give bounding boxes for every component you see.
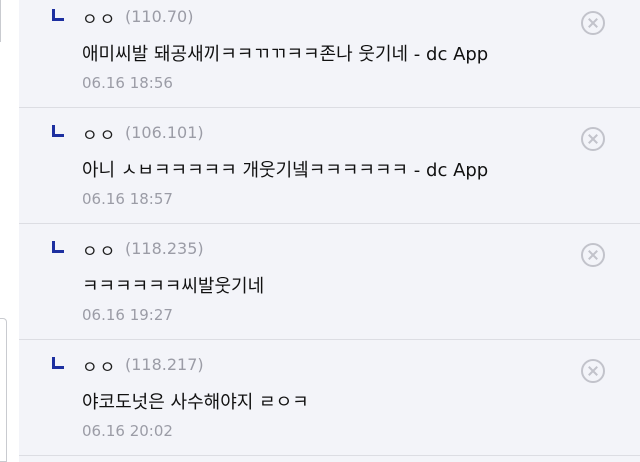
reply-message: 아니 ㅅㅂㅋㅋㅋㅋㅋ 개웃기넼ㅋㅋㅋㅋㅋㅋ - dc App [82, 160, 489, 181]
reply-nickname[interactable]: ㅇㅇ [82, 237, 117, 262]
reply-item-3: ㅇㅇ (118.235) ㅋㅋㅋㅋㅋㅋ씨발웃기네 06.16 19:27 [19, 224, 640, 340]
reply-message: ㅋㅋㅋㅋㅋㅋ씨발웃기네 [82, 276, 265, 297]
left-border-top [0, 0, 1, 42]
reply-arrow-icon [52, 357, 66, 371]
left-border-bottom [0, 318, 7, 462]
reply-nickname[interactable]: ㅇㅇ [82, 121, 117, 146]
reply-item-4: ㅇㅇ (118.217) 야코도넛은 사수해야지 ㄹㅇㅋ 06.16 20:02 [19, 340, 640, 456]
reply-item-2: ㅇㅇ (106.101) 아니 ㅅㅂㅋㅋㅋㅋㅋ 개웃기넼ㅋㅋㅋㅋㅋㅋ - dc … [19, 108, 640, 224]
close-circle-icon[interactable] [581, 359, 605, 383]
reply-message: 야코도넛은 사수해야지 ㄹㅇㅋ [82, 392, 309, 413]
reply-time: 06.16 20:02 [82, 422, 173, 440]
reply-time: 06.16 18:57 [82, 190, 173, 208]
reply-ip: (110.70) [125, 7, 194, 26]
reply-nickname[interactable]: ㅇㅇ [82, 353, 117, 378]
reply-time: 06.16 18:56 [82, 74, 173, 92]
reply-list: ㅇㅇ (110.70) 애미씨발 돼공새끼ㅋㅋㄲㄲㅋㅋ존나 웃기네 - dc A… [19, 0, 640, 462]
reply-ip: (118.235) [125, 239, 204, 258]
reply-arrow-icon [52, 241, 66, 255]
reply-message: 애미씨발 돼공새끼ㅋㅋㄲㄲㅋㅋ존나 웃기네 - dc App [82, 44, 489, 65]
reply-arrow-icon [52, 9, 66, 23]
reply-arrow-icon [52, 125, 66, 139]
reply-nickname[interactable]: ㅇㅇ [82, 5, 117, 30]
reply-ip: (106.101) [125, 123, 204, 142]
close-circle-icon[interactable] [581, 127, 605, 151]
reply-time: 06.16 19:27 [82, 306, 173, 324]
reply-ip: (118.217) [125, 355, 204, 374]
close-circle-icon[interactable] [581, 243, 605, 267]
reply-item-1: ㅇㅇ (110.70) 애미씨발 돼공새끼ㅋㅋㄲㄲㅋㅋ존나 웃기네 - dc A… [19, 0, 640, 108]
close-circle-icon[interactable] [581, 11, 605, 35]
